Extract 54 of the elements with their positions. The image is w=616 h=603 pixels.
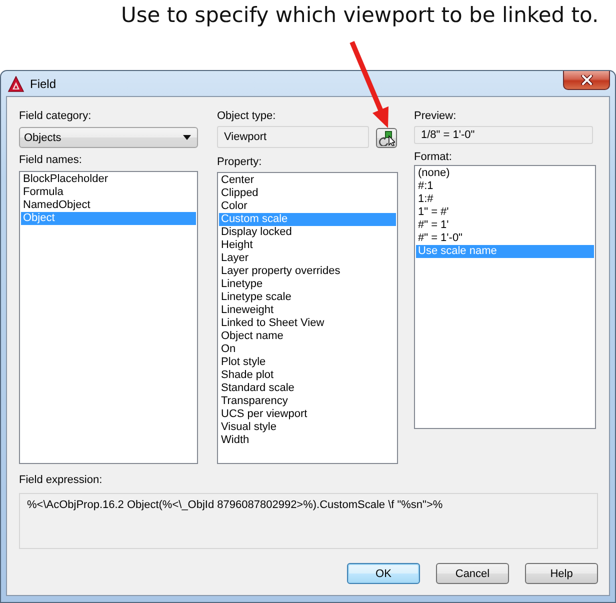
list-item[interactable]: Linetype — [219, 278, 396, 291]
list-item[interactable]: UCS per viewport — [219, 408, 396, 421]
field-label: Object type: — [217, 110, 276, 123]
list-item[interactable]: Formula — [21, 186, 196, 199]
annotation-text: Use to specify which viewport to be linked to. — [121, 3, 599, 27]
list-item[interactable]: 1:# — [416, 193, 594, 206]
field-label: Property: — [217, 156, 262, 169]
field-names-list[interactable]: BlockPlaceholder Formula NamedObject Object — [19, 171, 198, 464]
field-label: Field names: — [19, 154, 82, 167]
list-item[interactable]: Height — [219, 239, 396, 252]
list-item[interactable]: BlockPlaceholder — [21, 173, 196, 186]
list-item[interactable]: Linked to Sheet View — [219, 317, 396, 330]
object-type-field[interactable]: Viewport — [217, 126, 369, 148]
list-item[interactable]: Center — [219, 174, 396, 187]
field-label: Format: — [414, 151, 452, 164]
cancel-button[interactable]: Cancel — [436, 563, 509, 584]
window-title: Field — [30, 76, 56, 90]
list-item[interactable]: Color — [219, 200, 396, 213]
list-item[interactable]: #" = 1' — [416, 219, 594, 232]
list-item[interactable]: Visual style — [219, 421, 396, 434]
list-item[interactable]: On — [219, 343, 396, 356]
property-list[interactable] — [217, 172, 398, 464]
close-icon — [580, 75, 592, 85]
list-item[interactable]: Display locked — [219, 226, 396, 239]
help-button[interactable]: Help — [525, 563, 598, 584]
list-item[interactable]: Layer — [219, 252, 396, 265]
list-item[interactable]: Object name — [219, 330, 396, 343]
list-item[interactable]: (none) — [416, 167, 594, 180]
close-button[interactable] — [563, 71, 610, 90]
list-item[interactable]: #" = 1'-0" — [416, 232, 594, 245]
select-object-button[interactable] — [376, 128, 397, 148]
list-item[interactable]: #:1 — [416, 180, 594, 193]
expression-field[interactable]: %<\AcObjProp.16.2 Object(%<\_ObjId 8796087802992>%).CustomScale \f "%sn">% — [19, 493, 598, 549]
format-list[interactable]: (none) #:1 1:# 1" = #' #" = 1' #" = 1'-0" Use scale name — [414, 165, 596, 429]
caret-icon — [183, 135, 191, 140]
list-item[interactable]: 1" = #' — [416, 206, 594, 219]
list-item[interactable]: Lineweight — [219, 304, 396, 317]
list-item[interactable]: Shade plot — [219, 369, 396, 382]
list-item[interactable]: Width — [219, 434, 396, 447]
cursor-square-icon — [378, 130, 394, 146]
field-label: Field expression: — [19, 474, 104, 487]
list-item[interactable]: Clipped — [219, 187, 396, 200]
field-label: Preview: — [414, 110, 456, 123]
list-item[interactable]: Linetype scale — [219, 291, 396, 304]
list-item[interactable]: Layer property overrides — [219, 265, 396, 278]
list-item[interactable]: Standard scale — [219, 382, 396, 395]
list-item[interactable]: NamedObject — [21, 199, 196, 212]
preview-field[interactable]: 1/8" = 1'-0" — [414, 126, 593, 144]
triangle-logo-icon — [8, 76, 24, 92]
field-label: Field category: — [19, 110, 92, 123]
ok-button[interactable]: OK — [347, 563, 420, 584]
list-item[interactable]: Transparency — [219, 395, 396, 408]
list-item[interactable]: Plot style — [219, 356, 396, 369]
category-dropdown[interactable]: Objects — [19, 127, 198, 148]
